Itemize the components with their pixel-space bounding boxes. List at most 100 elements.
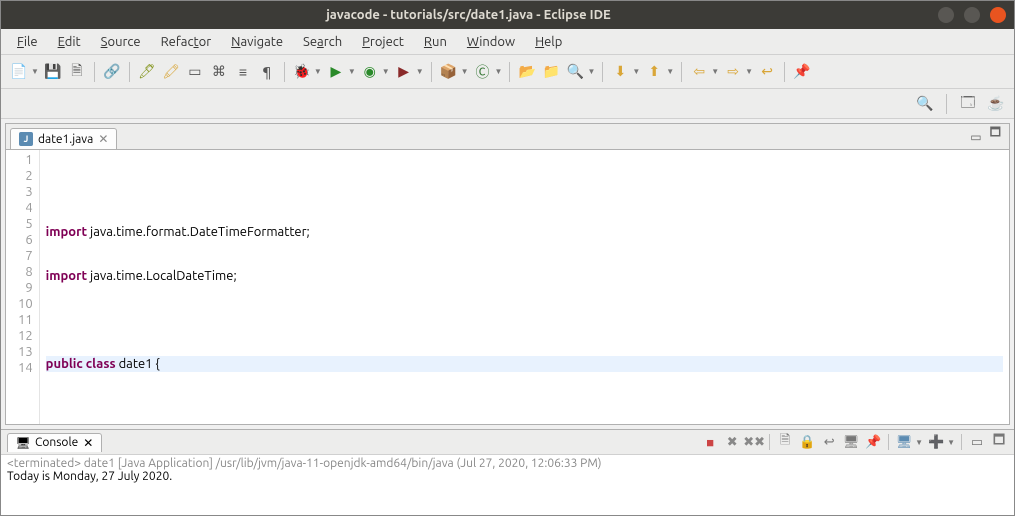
menu-search[interactable]: Search — [293, 32, 352, 52]
code-editor[interactable]: 1 2 3 4 5 6 7 8 9 10 11 12 13 14 import … — [6, 150, 1009, 424]
highlight-icon[interactable]: 🖍 — [161, 62, 181, 82]
terminate-icon[interactable]: ■ — [701, 433, 719, 451]
toolbar-separator — [129, 62, 130, 82]
search-dropdown-icon[interactable]: ▼ — [587, 67, 595, 76]
menu-bar: File Edit Source Refactor Navigate Searc… — [1, 29, 1014, 55]
menu-file[interactable]: File — [7, 32, 48, 52]
back-icon[interactable]: ⇦ — [689, 62, 709, 82]
remove-launch-icon[interactable]: ✖ — [723, 433, 741, 451]
run-dropdown-icon[interactable]: ▼ — [348, 67, 356, 76]
window-titlebar: javacode - tutorials/src/date1.java - Ec… — [1, 1, 1014, 29]
save-icon[interactable]: 💾 — [43, 62, 63, 82]
run-last-icon[interactable]: ▶ — [394, 62, 414, 82]
forward-dropdown-icon[interactable]: ▼ — [745, 67, 753, 76]
toolbar-separator — [888, 434, 889, 450]
prev-annotation-icon[interactable]: ⬆ — [644, 62, 664, 82]
new-class-dropdown-icon[interactable]: ▼ — [495, 67, 503, 76]
editor-area: J date1.java ✕ ▭ 🗖 1 2 3 4 5 6 7 8 9 10 … — [5, 123, 1010, 425]
coverage-dropdown-icon[interactable]: ▼ — [382, 67, 390, 76]
toolbar-separator — [784, 62, 785, 82]
open-console-icon[interactable]: ➕ — [927, 433, 945, 451]
open-console-dropdown-icon[interactable]: ▼ — [947, 438, 955, 447]
menu-refactor[interactable]: Refactor — [151, 32, 222, 52]
code-line: import java.time.LocalDateTime; — [46, 268, 1003, 284]
console-tab[interactable]: 🖥 Console ✕ — [7, 433, 102, 452]
toggle-breakpoint-icon[interactable]: ≡ — [233, 62, 253, 82]
new-package-icon[interactable]: 📦 — [439, 62, 459, 82]
new-icon[interactable]: 📄 — [9, 62, 29, 82]
show-whitespace-icon[interactable]: ¶ — [257, 62, 277, 82]
maximize-button[interactable] — [964, 7, 980, 23]
link-icon[interactable]: 🔗 — [102, 62, 122, 82]
new-dropdown-icon[interactable]: ▼ — [31, 67, 39, 76]
open-task-icon[interactable]: 📁 — [541, 62, 561, 82]
last-edit-icon[interactable]: ↩ — [757, 62, 777, 82]
code-line — [46, 400, 1003, 416]
menu-source[interactable]: Source — [91, 32, 151, 52]
toolbar-separator — [681, 62, 682, 82]
menu-run[interactable]: Run — [414, 32, 457, 52]
editor-tab-label: date1.java — [38, 133, 93, 146]
debug-dropdown-icon[interactable]: ▼ — [314, 67, 322, 76]
coverage-icon[interactable]: ◉ — [360, 62, 380, 82]
marker-icon[interactable]: 🖊 — [137, 62, 157, 82]
code-line — [46, 180, 1003, 196]
menu-window[interactable]: Window — [457, 32, 525, 52]
main-toolbar: 📄▼ 💾 🗎 🔗 🖊 🖍 ▭ ⌘ ≡ ¶ 🐞▼ ▶▼ ◉▼ ▶▼ 📦▼ Ⓒ▼ 📂… — [1, 55, 1014, 89]
toggle-comment-icon[interactable]: ⌘ — [209, 62, 229, 82]
quick-access-search-icon[interactable]: 🔍 — [915, 94, 935, 114]
maximize-console-icon[interactable]: 🗖 — [990, 433, 1008, 451]
console-icon: 🖥 — [16, 436, 30, 450]
toolbar-separator — [431, 62, 432, 82]
back-dropdown-icon[interactable]: ▼ — [711, 67, 719, 76]
code-content[interactable]: import java.time.format.DateTimeFormatte… — [40, 150, 1009, 424]
run-icon[interactable]: ▶ — [326, 62, 346, 82]
save-all-icon[interactable]: 🗎 — [67, 62, 87, 82]
console-tab-label: Console — [35, 436, 78, 449]
toolbar-separator — [602, 62, 603, 82]
pin-editor-icon[interactable]: 📌 — [792, 62, 812, 82]
word-wrap-icon[interactable]: ↩ — [820, 433, 838, 451]
menu-edit[interactable]: Edit — [48, 32, 91, 52]
search-icon[interactable]: 🔍 — [565, 62, 585, 82]
next-ann-dropdown-icon[interactable]: ▼ — [632, 67, 640, 76]
show-console-icon[interactable]: 🖥 — [842, 433, 860, 451]
minimize-button[interactable] — [938, 7, 954, 23]
close-button[interactable] — [990, 7, 1006, 23]
console-dropdown-icon[interactable]: ▼ — [915, 438, 923, 447]
open-type-icon[interactable]: 📂 — [517, 62, 537, 82]
maximize-view-icon[interactable]: 🗖 — [986, 123, 1005, 146]
minimize-view-icon[interactable]: ▭ — [966, 128, 985, 146]
new-class-icon[interactable]: Ⓒ — [473, 62, 493, 82]
forward-icon[interactable]: ⇨ — [723, 62, 743, 82]
block-select-icon[interactable]: ▭ — [185, 62, 205, 82]
scroll-lock-icon[interactable]: 🔒 — [798, 433, 816, 451]
toolbar-separator — [769, 434, 770, 450]
open-perspective-icon[interactable]: 🗔 — [958, 94, 978, 114]
menu-project[interactable]: Project — [352, 32, 414, 52]
toolbar-separator — [94, 62, 95, 82]
debug-icon[interactable]: 🐞 — [292, 62, 312, 82]
minimize-console-icon[interactable]: ▭ — [968, 433, 986, 451]
editor-tab-bar: J date1.java ✕ ▭ 🗖 — [6, 124, 1009, 150]
clear-console-icon[interactable]: 🗎 — [776, 433, 794, 451]
editor-tab-date1[interactable]: J date1.java ✕ — [10, 128, 117, 149]
java-perspective-icon[interactable]: ☕ — [986, 94, 1006, 114]
menu-help[interactable]: Help — [525, 32, 572, 52]
run-last-dropdown-icon[interactable]: ▼ — [416, 67, 424, 76]
code-line — [46, 312, 1003, 328]
remove-all-icon[interactable]: ✖✖ — [745, 433, 763, 451]
pin-console-icon[interactable]: 📌 — [864, 433, 882, 451]
close-tab-icon[interactable]: ✕ — [98, 132, 108, 146]
menu-navigate[interactable]: Navigate — [221, 32, 293, 52]
toolbar-separator — [509, 62, 510, 82]
toolbar-separator — [961, 434, 962, 450]
code-line: public class date1 { — [46, 356, 1003, 372]
code-line: import java.time.format.DateTimeFormatte… — [46, 224, 1003, 240]
prev-ann-dropdown-icon[interactable]: ▼ — [666, 67, 674, 76]
console-output[interactable]: <terminated> date1 [Java Application] /u… — [1, 455, 1014, 515]
close-console-tab-icon[interactable]: ✕ — [83, 436, 93, 450]
new-package-dropdown-icon[interactable]: ▼ — [461, 67, 469, 76]
next-annotation-icon[interactable]: ⬇ — [610, 62, 630, 82]
display-selected-console-icon[interactable]: 🖥 — [895, 433, 913, 451]
